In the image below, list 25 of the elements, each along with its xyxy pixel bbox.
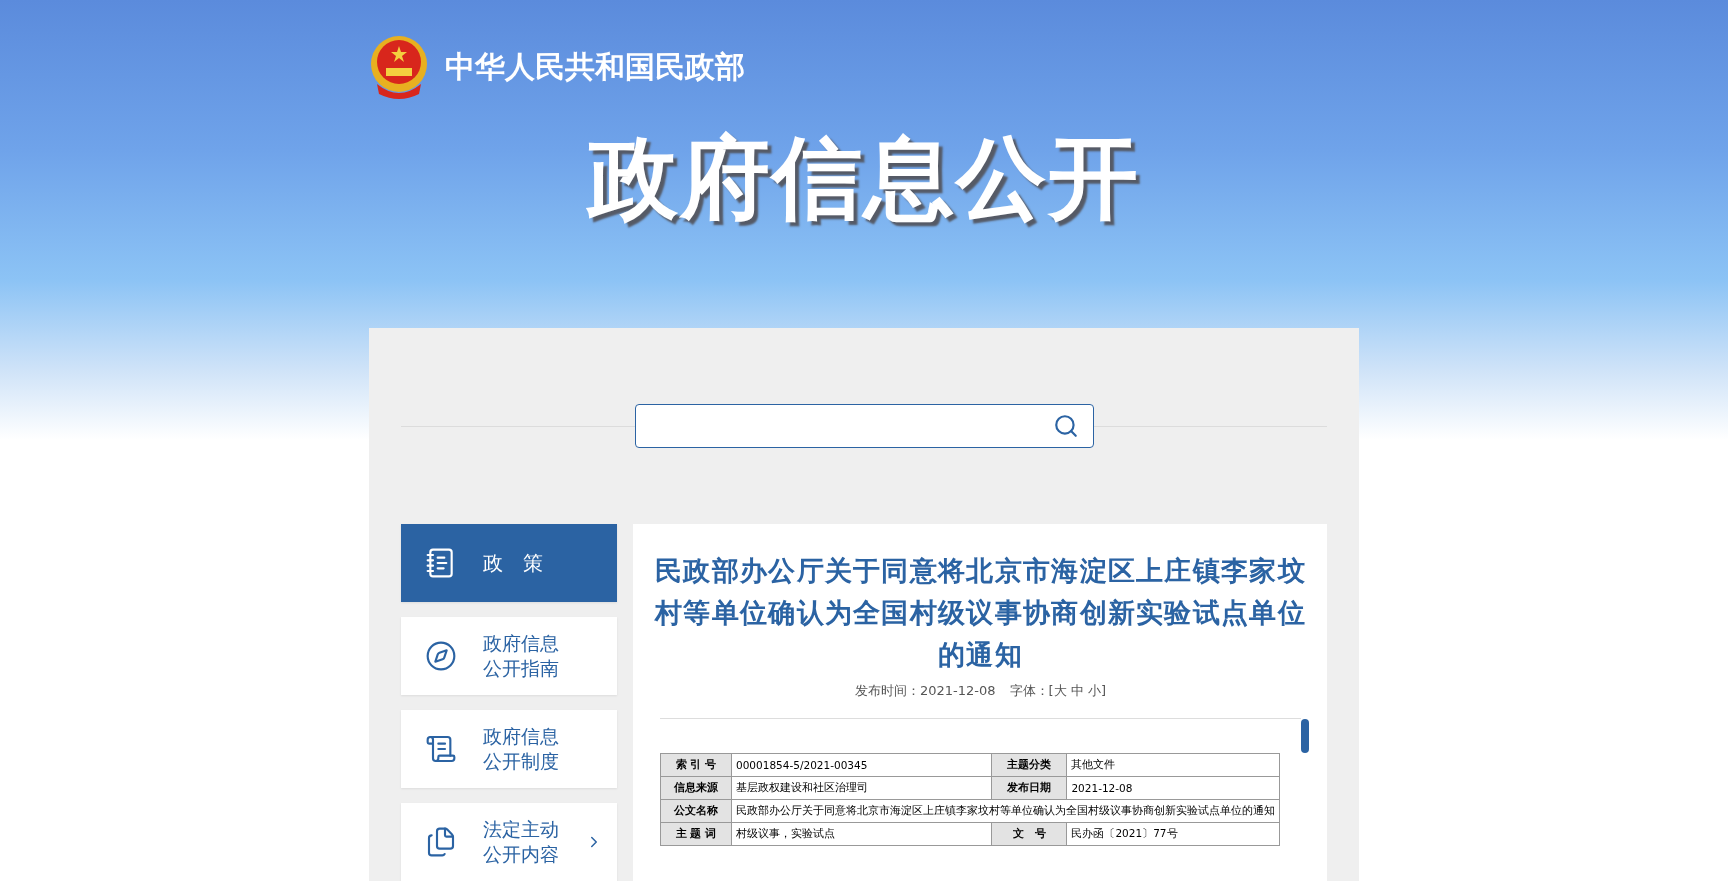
search-field[interactable] bbox=[634, 404, 1094, 448]
table-cell: 2021-12-08 bbox=[1066, 776, 1280, 800]
table-cell: 村级议事，实验试点 bbox=[731, 822, 992, 846]
table-header-cell: 主题分类 bbox=[991, 753, 1067, 777]
table-cell: 民办函〔2021〕77号 bbox=[1066, 822, 1280, 846]
table-header-cell: 主 题 词 bbox=[660, 822, 732, 846]
table-header-cell: 索 引 号 bbox=[660, 753, 732, 777]
scrollbar-thumb[interactable] bbox=[1301, 719, 1309, 753]
sidebar-item[interactable]: 政 策 bbox=[401, 524, 617, 602]
table-cell: 基层政权建设和社区治理司 bbox=[731, 776, 992, 800]
table-header-cell: 信息来源 bbox=[660, 776, 732, 800]
table-cell: 00001854-5/2021-00345 bbox=[731, 753, 992, 777]
table-header-cell: 公文名称 bbox=[660, 799, 732, 823]
table-cell: 其他文件 bbox=[1066, 753, 1280, 777]
sidebar-item[interactable]: 法定主动公开内容 bbox=[401, 803, 617, 881]
article-title: 民政部办公厅关于同意将北京市海淀区上庄镇李家坟村等单位确认为全国村级议事协商创新实验试点单位的通知 bbox=[653, 554, 1307, 672]
table-cell: 民政部办公厅关于同意将北京市海淀区上庄镇李家坟村等单位确认为全国村级议事协商创新实验试点单位的通知 bbox=[731, 799, 1280, 823]
sidebar-item[interactable]: 政府信息公开制度 bbox=[401, 710, 617, 788]
font-size-links[interactable]: 字体：[大 中 小] bbox=[1009, 682, 1106, 700]
publish-date: 发布时间：2021-12-08 bbox=[855, 682, 996, 700]
sidebar-item[interactable]: 政府信息公开指南 bbox=[401, 617, 617, 695]
emblem-icon bbox=[369, 34, 429, 100]
documents-icon bbox=[425, 826, 457, 858]
compass-icon bbox=[425, 640, 457, 672]
banner-title: 政府信息公开 bbox=[588, 124, 1140, 232]
